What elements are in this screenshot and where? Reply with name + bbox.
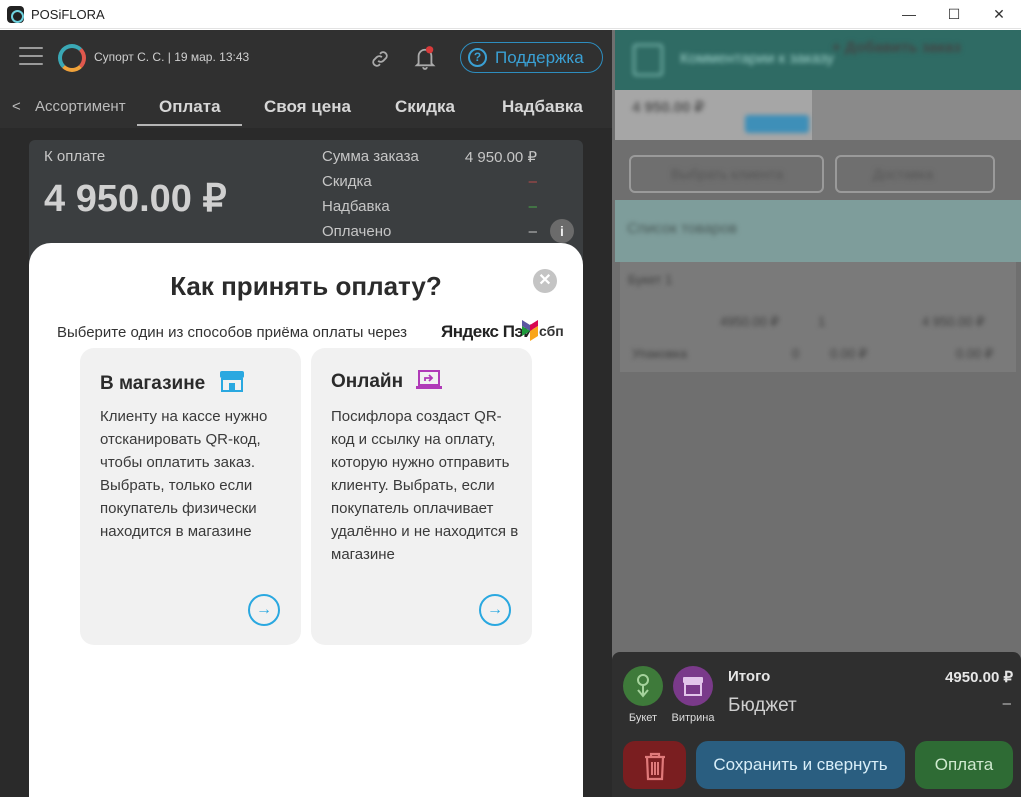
option-in-store[interactable]: В магазине Клиенту на кассе нужно отскан… [80, 348, 301, 645]
arrow-right-icon[interactable]: → [479, 594, 511, 626]
showcase-label: Витрина [671, 712, 715, 724]
trash-icon [644, 752, 665, 780]
user-info: Супорт С. С. | 19 мар. 13:43 [94, 50, 250, 64]
budget-label: Бюджет [728, 695, 797, 716]
order-tab-badge [745, 115, 809, 133]
to-pay-amount: 4 950.00 ₽ [44, 178, 227, 220]
laptop-share-icon [416, 370, 443, 389]
support-label: Поддержка [495, 48, 584, 67]
bouquet-button[interactable] [623, 666, 663, 706]
top-bar: Супорт С. С. | 19 мар. 13:43 ? Поддержка [0, 30, 612, 86]
option-in-store-title: В магазине [100, 370, 245, 395]
pay-button[interactable]: Оплата [915, 741, 1013, 789]
item-name: Букет 1 [628, 272, 673, 287]
window-title: POSiFLORA [31, 7, 105, 22]
info-icon[interactable]: i [550, 219, 574, 243]
order-tab-current[interactable]: 4 950.00 ₽ [615, 90, 812, 140]
item-extra-total: 0.00 ₽ [956, 346, 994, 361]
delivery-label: Доставка [873, 166, 934, 182]
link-icon[interactable] [369, 48, 391, 70]
item-extra-qty: 0 [792, 346, 800, 361]
item-price: 4950.00 ₽ [720, 314, 779, 329]
select-client-button[interactable]: Выбрать клиента [629, 155, 824, 193]
option-in-store-description: Клиенту на кассе нужно отсканировать QR-… [100, 408, 268, 540]
app-window: POSiFLORA — ☐ ✕ Супорт С. С. | 19 мар. 1… [0, 0, 1021, 797]
item-extra-name: Упаковка [632, 346, 688, 361]
dialog-subtitle: Выберите один из способов приёма оплаты … [57, 324, 407, 341]
order-sum-value: 4 950.00 ₽ [464, 149, 537, 166]
markup-label: Надбавка [322, 198, 390, 215]
discount-label: Скидка [322, 173, 372, 190]
order-comment: Комментарии к заказу [680, 50, 834, 67]
delivery-button[interactable]: Доставка [835, 155, 995, 193]
total-label: Итого [728, 668, 771, 685]
to-pay-label: К оплате [44, 148, 106, 165]
title-bar: POSiFLORA — ☐ ✕ [0, 0, 1021, 29]
close-window-button[interactable]: ✕ [976, 0, 1021, 29]
option-online-title: Онлайн [331, 370, 443, 393]
items-section-title: Список товаров [627, 220, 737, 237]
add-order-tab[interactable]: + Добавить заказ [832, 39, 961, 56]
markup-value: – [528, 198, 537, 215]
menu-icon[interactable] [19, 47, 43, 67]
dialog-title: Как принять оплату? [170, 271, 442, 301]
bell-icon[interactable] [414, 45, 436, 71]
showcase-icon [683, 677, 703, 696]
tab-assortment[interactable]: Ассортимент [35, 98, 126, 115]
chevron-left-icon[interactable]: < [12, 98, 21, 115]
items-section-header: Список товаров [615, 200, 1021, 262]
tab-payment[interactable]: Оплата [159, 97, 221, 117]
paid-value: – [528, 223, 537, 240]
save-and-collapse-button[interactable]: Сохранить и свернуть [696, 741, 905, 789]
posiflora-logo-icon [58, 44, 86, 72]
bouquet-icon [637, 674, 649, 698]
delete-order-button[interactable] [623, 741, 686, 789]
tab-own-price[interactable]: Своя цена [264, 97, 351, 117]
option-online-description: Посифлора создаст QR-код и ссылку на опл… [331, 408, 519, 563]
tab-discount[interactable]: Скидка [395, 97, 455, 117]
total-value: 4950.00 ₽ [945, 669, 1013, 686]
store-icon [219, 371, 244, 392]
option-in-store-label: В магазине [100, 373, 206, 394]
order-footer: Букет Витрина Итого 4950.00 ₽ Бюджет – С… [612, 652, 1021, 797]
close-icon[interactable]: ✕ [533, 269, 557, 293]
support-button[interactable]: ? Поддержка [460, 42, 603, 73]
sbp-label: сбп [539, 323, 564, 339]
edit-note-icon [633, 44, 663, 76]
item-total: 4 950.00 ₽ [922, 314, 985, 329]
tab-markup[interactable]: Надбавка [502, 97, 583, 117]
maximize-button[interactable]: ☐ [931, 0, 977, 29]
discount-value: – [528, 173, 537, 190]
bouquet-label: Букет [628, 712, 658, 724]
yandex-pay-logo: Яндекс Пэй [441, 322, 534, 341]
option-online-label: Онлайн [331, 371, 404, 392]
active-tab-indicator [137, 124, 242, 126]
paid-label: Оплачено [322, 223, 392, 240]
budget-value: – [1002, 695, 1011, 712]
order-tab-total: 4 950.00 ₽ [632, 99, 705, 116]
select-client-label: Выбрать клиента [671, 166, 784, 182]
arrow-right-icon[interactable]: → [248, 594, 280, 626]
order-sum-label: Сумма заказа [322, 148, 419, 165]
order-item[interactable]: Букет 1 4950.00 ₽ 1 4 950.00 ₽ Упаковка … [620, 262, 1016, 372]
option-online[interactable]: Онлайн Посифлора создаст QR-код и ссылку… [311, 348, 532, 645]
minimize-button[interactable]: — [886, 0, 932, 29]
tab-bar: < Ассортимент Оплата Своя цена Скидка На… [0, 86, 612, 128]
item-extra-price: 0.00 ₽ [830, 346, 868, 361]
payment-method-dialog: Как принять оплату? ✕ Выберите один из с… [29, 243, 583, 797]
sbp-logo-icon [522, 320, 538, 341]
app-logo-icon [7, 6, 24, 23]
question-icon: ? [468, 48, 487, 67]
item-qty: 1 [818, 314, 826, 329]
showcase-button[interactable] [673, 666, 713, 706]
payment-summary-card: К оплате 4 950.00 ₽ Сумма заказа 4 950.0… [29, 140, 583, 260]
